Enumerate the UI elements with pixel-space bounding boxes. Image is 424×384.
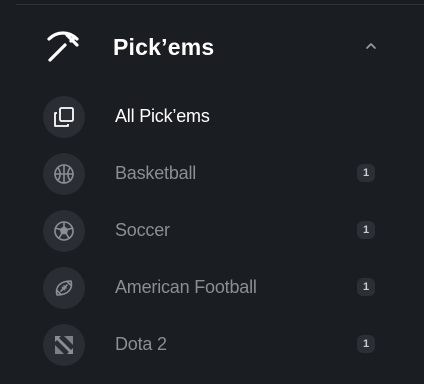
soccer-ball-icon	[43, 209, 85, 252]
category-label: All Pick’ems	[115, 106, 210, 126]
category-label: Basketball	[115, 163, 197, 183]
category-item-all-pickems[interactable]: All Pick’ems	[43, 88, 383, 145]
category-label: Dota 2	[115, 334, 167, 354]
category-item-basketball[interactable]: Basketball 1	[43, 145, 383, 202]
count-badge: 1	[357, 164, 375, 182]
american-football-icon	[43, 266, 85, 309]
count-badge: 1	[357, 221, 375, 239]
pickems-sidebar-section: Pick’ems All Pick’ems Basketball 1 Socce…	[0, 0, 424, 384]
pickaxe-icon	[40, 24, 86, 70]
category-item-american-football[interactable]: American Football 1	[43, 259, 383, 316]
basketball-icon	[43, 152, 85, 195]
count-badge: 1	[357, 335, 375, 353]
top-divider	[16, 4, 424, 5]
pickems-category-list: All Pick’ems Basketball 1 Soccer 1 Ameri…	[43, 88, 383, 373]
pickems-section-header[interactable]: Pick’ems	[40, 24, 388, 70]
section-title: Pick’ems	[113, 33, 215, 60]
copy-icon	[43, 95, 85, 138]
category-label: American Football	[115, 277, 257, 297]
chevron-up-icon[interactable]	[364, 39, 378, 53]
count-badge: 1	[357, 278, 375, 296]
category-item-soccer[interactable]: Soccer 1	[43, 202, 383, 259]
category-item-dota2[interactable]: Dota 2 1	[43, 316, 383, 373]
dota2-icon	[43, 323, 85, 366]
category-label: Soccer	[115, 220, 170, 240]
